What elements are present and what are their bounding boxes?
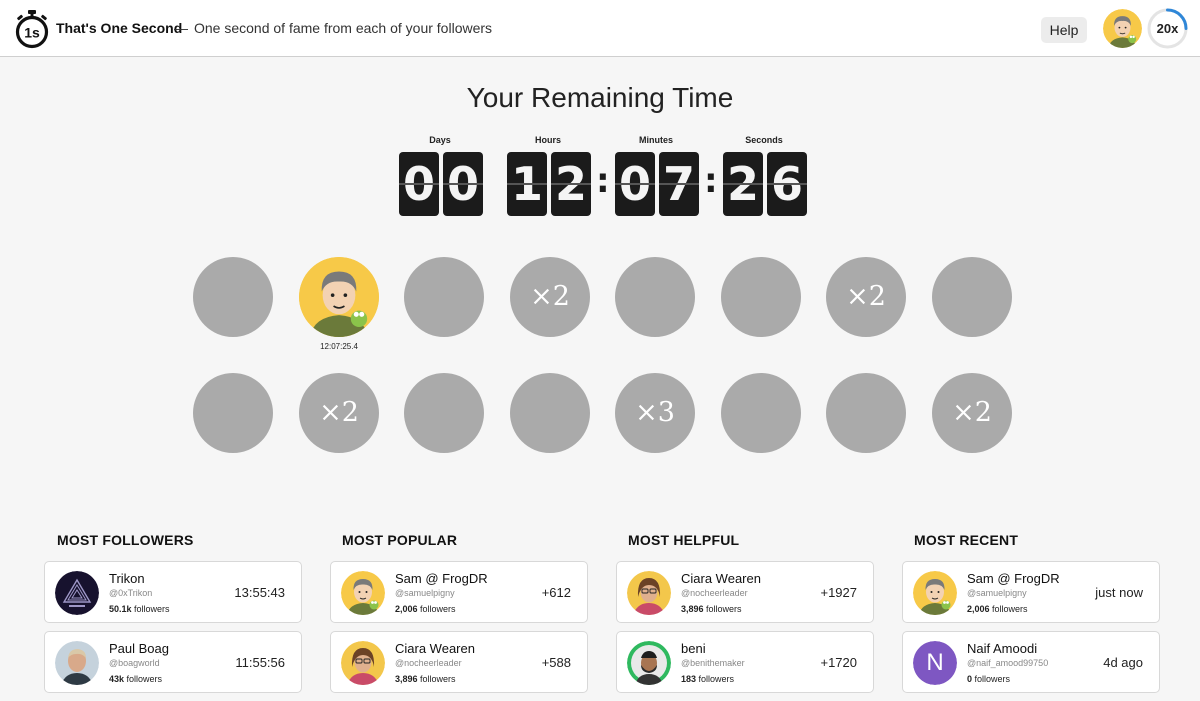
card-value: +612 [541,585,571,600]
seconds-digit-2: 6 [767,152,807,216]
user-handle: @nocheerleader [395,658,462,668]
follower-slot[interactable] [404,373,484,453]
follower-slot[interactable]: ×2 [932,373,1012,453]
most-helpful-heading: MOST HELPFUL [628,532,740,548]
follower-count: 3,896 followers [395,674,456,684]
hours-digit-2: 2 [551,152,591,216]
most-followers-heading: MOST FOLLOWERS [57,532,194,548]
help-button[interactable]: Help [1041,17,1087,43]
leaderboard-card[interactable]: Sam @ FrogDR @samuelpigny 2,006 follower… [902,561,1160,623]
user-handle: @samuelpigny [967,588,1027,598]
page-title: Your Remaining Time [466,82,734,113]
follower-slot[interactable] [721,257,801,337]
multiplier-badge[interactable]: 20x [1147,8,1188,49]
user-handle: @0xTrikon [109,588,153,598]
stopwatch-1s-icon[interactable]: 1s [14,9,50,49]
avatar [913,571,957,615]
minutes-digit-2: 7 [659,152,699,216]
avatar [341,641,385,685]
card-value: +1927 [820,585,857,600]
most-popular-heading: MOST POPULAR [342,532,458,548]
follower-slot[interactable] [932,257,1012,337]
follower-slot[interactable]: ×2 [826,257,906,337]
leaderboard-card[interactable]: Ciara Wearen @nocheerleader 3,896 follow… [616,561,874,623]
app-title[interactable]: That's One Second [56,20,182,36]
follower-count: 50.1k followers [109,604,170,614]
card-value: +1720 [820,655,857,670]
avatar [627,641,671,685]
card-value: 4d ago [1103,655,1143,670]
hours-label: Hours [534,135,561,145]
minutes-digit-1: 0 [615,152,655,216]
follower-count: 2,006 followers [967,604,1028,614]
follower-slot[interactable]: ×2 [299,373,379,453]
days-digit-1: 0 [399,152,439,216]
card-value: just now [1095,585,1143,600]
avatar [55,571,99,615]
minutes-label: Minutes [638,135,673,145]
avatar-initial: N [913,641,957,685]
leaderboard-card[interactable]: Ciara Wearen @nocheerleader 3,896 follow… [330,631,588,693]
follower-slot[interactable] [510,373,590,453]
leaderboard-card[interactable]: Trikon @0xTrikon 50.1k followers 13:55:4… [44,561,302,623]
top-bar: 1s That's One Second — One second of fam… [0,0,1200,57]
avatar [627,571,671,615]
user-handle: @nocheerleader [681,588,748,598]
time-separator: : [596,161,610,201]
avatar: N [913,641,957,685]
days-label: Days [429,135,451,145]
user-name: Ciara Wearen [395,641,475,656]
slot-timestamp: 12:07:25.4 [320,342,358,351]
user-name: Trikon [109,571,145,586]
user-name: Paul Boag [109,641,169,656]
follower-slot[interactable] [193,373,273,453]
leaderboard-card[interactable]: beni @benithemaker 183 followers +1720 [616,631,874,693]
follower-slot[interactable] [193,257,273,337]
follower-slot-avatar[interactable] [299,257,379,337]
days-digit-2: 0 [443,152,483,216]
user-handle: @naif_amood99750 [967,658,1049,668]
user-name: Sam @ FrogDR [967,571,1060,586]
follower-count: 0 followers [967,674,1011,684]
follower-slot[interactable] [826,373,906,453]
follower-count: 43k followers [109,674,163,684]
leaderboard-card[interactable]: Paul Boag @boagworld 43k followers 11:55… [44,631,302,693]
follower-slot[interactable] [721,373,801,453]
follower-count: 183 followers [681,674,735,684]
svg-text:1s: 1s [24,25,40,41]
user-name: Ciara Wearen [681,571,761,586]
card-value: 11:55:56 [235,655,285,670]
user-avatar[interactable] [1103,9,1142,48]
follower-count: 3,896 followers [681,604,742,614]
avatar [55,641,99,685]
time-separator: : [704,161,718,201]
card-value: 13:55:43 [234,585,285,600]
follower-count: 2,006 followers [395,604,456,614]
hours-digit-1: 1 [507,152,547,216]
follower-slot[interactable] [404,257,484,337]
user-handle: @samuelpigny [395,588,455,598]
title-separator: — [174,20,188,36]
follower-slot[interactable]: ×3 [615,373,695,453]
leaderboard-card[interactable]: Sam @ FrogDR @samuelpigny 2,006 follower… [330,561,588,623]
seconds-label: Seconds [745,135,783,145]
user-handle: @benithemaker [681,658,745,668]
seconds-digit-1: 2 [723,152,763,216]
most-recent-heading: MOST RECENT [914,532,1019,548]
tagline: One second of fame from each of your fol… [194,20,493,36]
user-name: Naif Amoodi [967,641,1038,656]
avatar [341,571,385,615]
follower-slot[interactable] [615,257,695,337]
leaderboard-card[interactable]: N Naif Amoodi @naif_amood99750 0 followe… [902,631,1160,693]
card-value: +588 [541,655,571,670]
user-name: Sam @ FrogDR [395,571,488,586]
user-name: beni [681,641,706,656]
follower-slot[interactable]: ×2 [510,257,590,337]
user-handle: @boagworld [109,658,160,668]
